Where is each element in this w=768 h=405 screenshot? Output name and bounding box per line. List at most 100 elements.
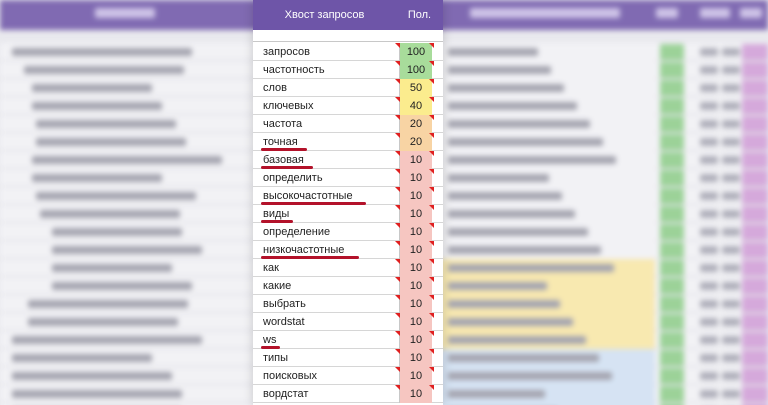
comment-marker-icon: [429, 241, 434, 246]
column-header-pop[interactable]: Пол.: [396, 0, 443, 30]
tail-term-cell[interactable]: как: [253, 259, 400, 277]
popularity-cell[interactable]: 10: [400, 385, 432, 403]
underline-highlight: [261, 256, 360, 259]
tail-term-cell[interactable]: частота: [253, 115, 400, 133]
comment-marker-icon: [429, 223, 434, 228]
table-row[interactable]: поисковых 10: [253, 367, 443, 385]
comment-marker-icon: [429, 115, 434, 120]
table-row[interactable]: вордстат 10: [253, 385, 443, 403]
tail-term-cell[interactable]: слов: [253, 79, 400, 97]
popularity-cell[interactable]: 10: [400, 367, 432, 385]
panel-header: Хвост запросов Пол.: [253, 0, 443, 30]
table-row[interactable]: частота 20: [253, 115, 443, 133]
table-row[interactable]: типы 10: [253, 349, 443, 367]
comment-marker-icon: [429, 151, 434, 156]
table-row[interactable]: wordstat 10: [253, 313, 443, 331]
tail-term-cell[interactable]: выбрать: [253, 295, 400, 313]
tail-term-cell[interactable]: типы: [253, 349, 400, 367]
tail-term-cell[interactable]: частотность: [253, 61, 400, 79]
underline-highlight: [261, 220, 294, 223]
table-row[interactable]: определить 10: [253, 169, 443, 187]
popularity-cell[interactable]: 10: [400, 349, 432, 367]
comment-marker-icon: [395, 151, 400, 156]
popularity-cell[interactable]: 10: [400, 151, 432, 169]
popularity-cell[interactable]: 50: [400, 79, 432, 97]
table-row[interactable]: слов 50: [253, 79, 443, 97]
popularity-cell[interactable]: 100: [400, 61, 432, 79]
comment-marker-icon: [429, 97, 434, 102]
comment-marker-icon: [395, 367, 400, 372]
comment-marker-icon: [395, 349, 400, 354]
comment-marker-icon: [429, 313, 434, 318]
underline-highlight: [261, 148, 307, 151]
table-row[interactable]: определение 10: [253, 223, 443, 241]
table-row[interactable]: частотность 100: [253, 61, 443, 79]
underline-highlight: [261, 202, 366, 205]
comment-marker-icon: [395, 295, 400, 300]
popularity-cell[interactable]: 10: [400, 331, 432, 349]
popularity-cell[interactable]: 100: [400, 43, 432, 61]
query-tail-panel: Хвост запросов Пол. запросов 100 частотнос…: [253, 0, 443, 405]
tail-term-cell[interactable]: вордстат: [253, 385, 400, 403]
comment-marker-icon: [395, 61, 400, 66]
tail-term-cell[interactable]: запросов: [253, 43, 400, 61]
underline-highlight: [261, 166, 314, 169]
comment-marker-icon: [395, 313, 400, 318]
table-row[interactable]: ws 10: [253, 331, 443, 349]
comment-marker-icon: [429, 349, 434, 354]
comment-marker-icon: [429, 367, 434, 372]
popularity-cell[interactable]: 10: [400, 241, 432, 259]
tail-term-cell[interactable]: ключевых: [253, 97, 400, 115]
comment-marker-icon: [429, 187, 434, 192]
comment-marker-icon: [429, 79, 434, 84]
comment-marker-icon: [429, 385, 434, 390]
popularity-cell[interactable]: 10: [400, 187, 432, 205]
popularity-cell[interactable]: 10: [400, 259, 432, 277]
tail-term-cell[interactable]: определение: [253, 223, 400, 241]
popularity-cell[interactable]: 20: [400, 115, 432, 133]
comment-marker-icon: [395, 97, 400, 102]
popularity-cell[interactable]: 10: [400, 169, 432, 187]
popularity-cell[interactable]: 10: [400, 277, 432, 295]
popularity-cell[interactable]: 10: [400, 295, 432, 313]
comment-marker-icon: [395, 187, 400, 192]
comment-marker-icon: [429, 259, 434, 264]
popularity-cell[interactable]: 10: [400, 205, 432, 223]
comment-marker-icon: [429, 61, 434, 66]
popularity-cell[interactable]: 40: [400, 97, 432, 115]
tail-term-cell[interactable]: wordstat: [253, 313, 400, 331]
comment-marker-icon: [429, 43, 434, 48]
comment-marker-icon: [395, 43, 400, 48]
table-row[interactable]: ключевых 40: [253, 97, 443, 115]
tail-term-cell[interactable]: определить: [253, 169, 400, 187]
comment-marker-icon: [395, 79, 400, 84]
comment-marker-icon: [395, 385, 400, 390]
underline-highlight: [261, 346, 281, 349]
tail-term-cell[interactable]: какие: [253, 277, 400, 295]
comment-marker-icon: [395, 169, 400, 174]
comment-marker-icon: [395, 331, 400, 336]
popularity-cell[interactable]: 10: [400, 223, 432, 241]
table-row[interactable]: выбрать 10: [253, 295, 443, 313]
comment-marker-icon: [395, 259, 400, 264]
comment-marker-icon: [395, 115, 400, 120]
popularity-cell[interactable]: 20: [400, 133, 432, 151]
comment-marker-icon: [429, 277, 434, 282]
comment-marker-icon: [395, 133, 400, 138]
comment-marker-icon: [429, 133, 434, 138]
comment-marker-icon: [395, 223, 400, 228]
comment-marker-icon: [429, 295, 434, 300]
tail-term-cell[interactable]: поисковых: [253, 367, 400, 385]
popularity-cell[interactable]: 10: [400, 313, 432, 331]
comment-marker-icon: [429, 331, 434, 336]
table-row[interactable]: запросов 100: [253, 43, 443, 61]
header-spacer: [253, 30, 443, 42]
comment-marker-icon: [429, 169, 434, 174]
comment-marker-icon: [395, 241, 400, 246]
comment-marker-icon: [429, 205, 434, 210]
column-header-tail[interactable]: Хвост запросов: [253, 0, 396, 30]
table-row[interactable]: какие 10: [253, 277, 443, 295]
comment-marker-icon: [395, 277, 400, 282]
table-row[interactable]: как 10: [253, 259, 443, 277]
comment-marker-icon: [395, 205, 400, 210]
